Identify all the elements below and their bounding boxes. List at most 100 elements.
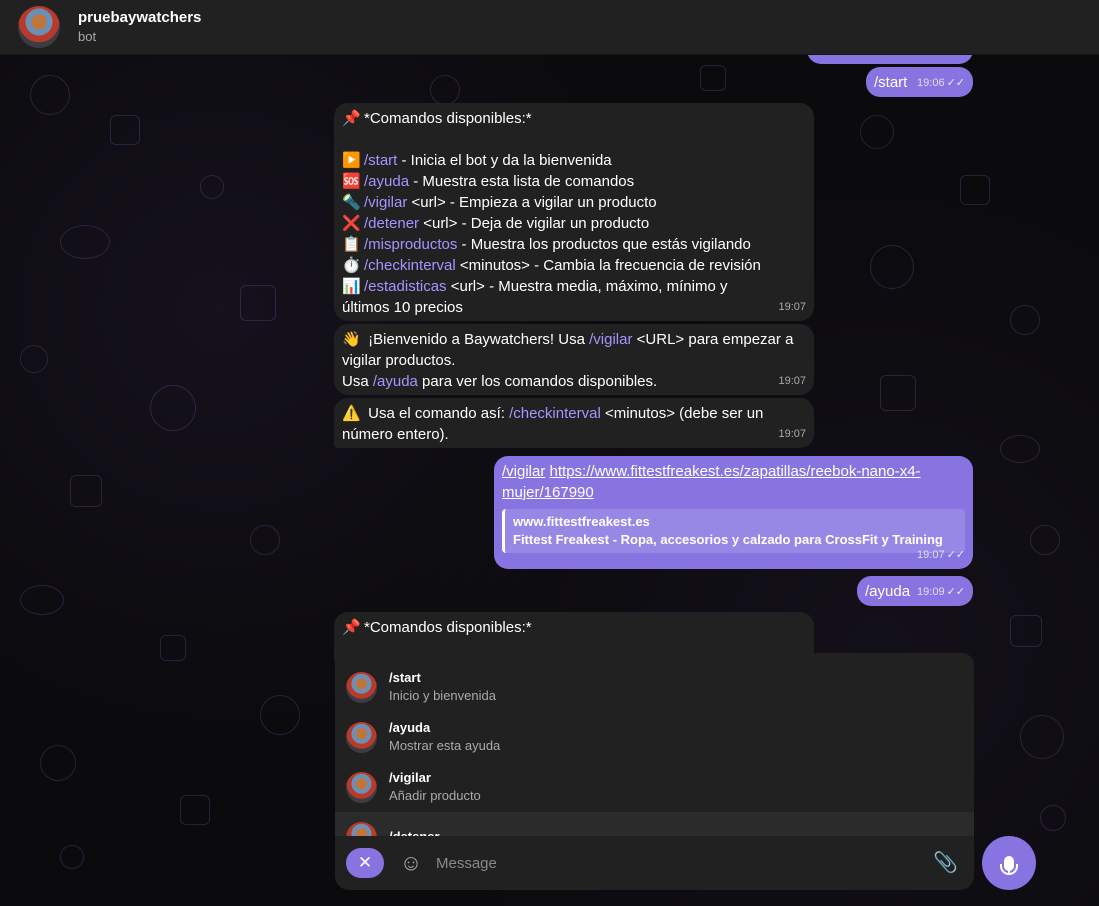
command-suggestions: /start Inicio y bienvenida /ayuda Mostra…	[335, 653, 974, 836]
commands-title-text: *Comandos disponibles:*	[364, 110, 532, 127]
message-bubble-warning[interactable]: ⚠️ Usa el comando así: /checkinterval <m…	[334, 398, 814, 448]
suggestion-description: Inicio y bienvenida	[389, 688, 496, 703]
flashlight-icon: 🔦	[342, 193, 361, 211]
warning-text: <minutos> (debe ser un	[600, 405, 764, 422]
message-composer: ✕ ☺ 📎	[335, 836, 974, 890]
preview-site: www.fittestfreakest.es	[513, 514, 650, 529]
command-description: - Muestra esta lista de comandos	[409, 173, 635, 190]
message-time: 19:06	[917, 77, 945, 89]
product-url-link-cont[interactable]: mujer/167990	[502, 484, 594, 501]
command-link[interactable]: /start	[364, 152, 397, 169]
welcome-line-1: 👋 ¡Bienvenido a Baywatchers! Usa /vigila…	[342, 329, 806, 350]
command-link[interactable]: /vigilar	[589, 331, 632, 348]
link-preview[interactable]: www.fittestfreakest.es Fittest Freakest …	[502, 509, 965, 553]
product-url-link[interactable]: https://www.fittestfreakest.es/zapatilla…	[550, 463, 921, 480]
command-link[interactable]: /misproductos	[364, 236, 457, 253]
chat-header[interactable]: pruebaywatchers bot	[0, 0, 1099, 55]
suggestion-command: /detener	[389, 828, 440, 836]
message-bubble-vigilar[interactable]: /vigilar https://www.fittestfreakest.es/…	[494, 456, 973, 569]
welcome-text: para ver los comandos disponibles.	[417, 373, 658, 390]
commands-title-text: *Comandos disponibles:*	[364, 619, 532, 636]
suggestion-vigilar[interactable]: /vigilar Añadir producto	[335, 762, 974, 812]
command-description: - Muestra los productos que estás vigila…	[457, 236, 751, 253]
message-bubble-ayuda[interactable]: /ayuda 19:09 ✓✓	[857, 576, 973, 606]
command-description: <url> - Muestra media, máximo, mínimo y	[446, 278, 728, 295]
suggestion-ayuda[interactable]: /ayuda Mostrar esta ayuda	[335, 712, 974, 762]
command-link[interactable]: /checkinterval	[364, 257, 456, 274]
warning-line-1: ⚠️ Usa el comando así: /checkinterval <m…	[342, 403, 806, 424]
pushpin-icon: 📌	[342, 109, 361, 127]
command-description: <minutos> - Cambia la frecuencia de revi…	[455, 257, 761, 274]
message-text: /ayuda	[865, 583, 911, 600]
close-icon[interactable]: ✕	[346, 848, 384, 878]
suggestion-command: /ayuda	[389, 720, 431, 735]
command-link[interactable]: /ayuda	[373, 373, 418, 390]
warning-text: Usa el comando así:	[364, 405, 510, 422]
command-line-detener: ❌/detener <url> - Deja de vigilar un pro…	[342, 213, 806, 234]
stopwatch-icon: ⏱️	[342, 256, 361, 274]
welcome-line-2: vigilar productos.	[342, 352, 456, 369]
emoji-icon[interactable]: ☺	[398, 850, 424, 876]
bot-avatar	[346, 821, 377, 836]
clipboard-icon: 📋	[342, 235, 361, 253]
command-description: <url> - Deja de vigilar un producto	[419, 215, 650, 232]
suggestion-start[interactable]: /start Inicio y bienvenida	[335, 662, 974, 712]
microphone-button[interactable]	[982, 836, 1036, 890]
message-time: 19:09	[917, 586, 945, 598]
vigilar-line-1: /vigilar https://www.fittestfreakest.es/…	[502, 461, 965, 482]
chat-info: pruebaywatchers bot	[78, 9, 201, 45]
read-check-icon: ✓✓	[946, 77, 965, 89]
command-line-vigilar: 🔦/vigilar <url> - Empieza a vigilar un p…	[342, 192, 806, 213]
vigilar-line-2: mujer/167990	[502, 482, 965, 503]
commands-title: 📌 *Comandos disponibles:*	[342, 108, 806, 129]
message-bubble-commands[interactable]: 📌 *Comandos disponibles:* ▶️/start - Inic…	[334, 103, 814, 321]
welcome-text: Usa	[342, 373, 373, 390]
command-link[interactable]: /vigilar	[502, 463, 545, 480]
message-input[interactable]	[436, 848, 906, 878]
command-line-start: ▶️/start - Inicia el bot y da la bienven…	[342, 150, 806, 171]
suggestion-command: /start	[389, 670, 421, 685]
play-icon: ▶️	[342, 151, 361, 169]
suggestion-detener[interactable]: /detener	[335, 812, 974, 836]
read-check-icon: ✓✓	[946, 549, 965, 561]
command-link[interactable]: /ayuda	[364, 173, 409, 190]
bar-chart-icon: 📊	[342, 277, 361, 295]
bot-avatar	[346, 671, 377, 703]
command-link[interactable]: /vigilar	[364, 194, 407, 211]
welcome-text: ¡Bienvenido a Baywatchers! Usa	[364, 331, 590, 348]
warning-line-2: número entero).	[342, 426, 449, 443]
sos-icon: 🆘	[342, 172, 361, 190]
command-description: - Inicia el bot y da la bienvenida	[397, 152, 612, 169]
command-link[interactable]: /estadisticas	[364, 278, 447, 295]
preview-title: Fittest Freakest - Ropa, accesorios y ca…	[513, 532, 943, 547]
welcome-line-3: Usa /ayuda para ver los comandos disponi…	[342, 371, 806, 392]
command-link[interactable]: /detener	[364, 215, 419, 232]
chat-subtitle: bot	[78, 29, 97, 45]
message-time: 19:07	[917, 549, 945, 561]
welcome-text: <URL> para empezar a	[632, 331, 794, 348]
command-line-estadisticas: 📊/estadisticas <url> - Muestra media, má…	[342, 276, 806, 297]
pushpin-icon: 📌	[342, 618, 361, 636]
message-time: 19:07	[778, 301, 806, 313]
cross-mark-icon: ❌	[342, 214, 361, 232]
command-link[interactable]: /checkinterval	[509, 405, 601, 422]
message-time: 19:07	[778, 428, 806, 440]
bot-avatar	[346, 771, 377, 803]
command-description: <url> - Empieza a vigilar un producto	[407, 194, 657, 211]
commands-title: 📌 *Comandos disponibles:*	[342, 617, 806, 638]
suggestion-description: Mostrar esta ayuda	[389, 738, 501, 753]
message-time: 19:07	[778, 375, 806, 387]
chat-title: pruebaywatchers	[78, 9, 202, 27]
message-bubble-welcome[interactable]: 👋 ¡Bienvenido a Baywatchers! Usa /vigila…	[334, 324, 814, 395]
bot-avatar[interactable]	[18, 6, 60, 48]
command-line-misproductos: 📋/misproductos - Muestra los productos q…	[342, 234, 806, 255]
attach-icon[interactable]: 📎	[933, 850, 958, 875]
microphone-icon	[1000, 855, 1018, 875]
suggestion-description: Añadir producto	[389, 788, 481, 803]
warning-icon: ⚠️	[342, 404, 361, 422]
message-text: /start	[874, 74, 908, 91]
read-check-icon: ✓✓	[946, 586, 965, 598]
suggestion-command: /vigilar	[389, 770, 431, 785]
message-bubble-start[interactable]: /start 19:06 ✓✓	[866, 67, 973, 97]
command-line-ayuda: 🆘/ayuda - Muestra esta lista de comandos	[342, 171, 806, 192]
